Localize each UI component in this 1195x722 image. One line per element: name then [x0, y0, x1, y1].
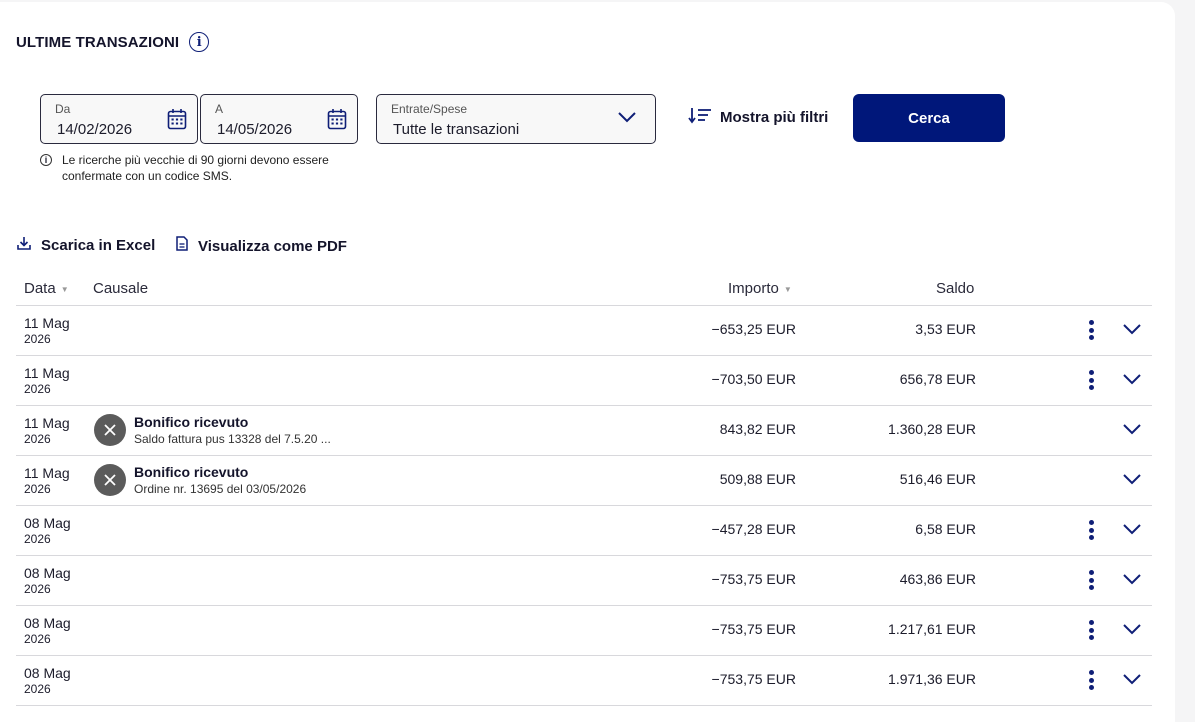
row-amount: 843,82 EUR [719, 421, 796, 437]
calendar-icon[interactable] [327, 108, 347, 135]
row-balance: 1.217,61 EUR [888, 621, 976, 637]
calendar-icon[interactable] [167, 108, 187, 135]
row-date-year: 2026 [24, 682, 51, 696]
row-amount: −653,25 EUR [711, 321, 796, 337]
more-options-icon[interactable] [1087, 320, 1095, 340]
row-amount: 509,88 EUR [719, 471, 796, 487]
transactions-card: ULTIME TRANSAZIONI i Da 14/02/2026 A 14/… [0, 2, 1175, 722]
row-amount: −753,75 EUR [711, 671, 796, 687]
chevron-down-icon[interactable] [1122, 622, 1142, 640]
row-amount: −457,28 EUR [711, 521, 796, 537]
date-from-label: Da [55, 102, 71, 116]
download-excel-label: Scarica in Excel [41, 237, 156, 254]
row-date-day: 11 Mag [24, 365, 70, 381]
table-row[interactable]: 08 Mag 2026 −753,75 EUR 1.971,36 EUR [16, 656, 1152, 706]
row-balance: 1.971,36 EUR [888, 671, 976, 687]
table-header: Data ▼ Causale Importo ▼ Saldo [16, 280, 1152, 306]
transaction-type-select[interactable]: Entrate/Spese Tutte le transazioni [376, 94, 656, 144]
date-to-label: A [215, 102, 224, 116]
row-date-day: 11 Mag [24, 315, 70, 331]
sms-hint-text: Le ricerche più vecchie di 90 giorni dev… [62, 153, 329, 183]
more-filters-button[interactable]: Mostra più filtri [688, 106, 828, 129]
more-options-icon[interactable] [1087, 570, 1095, 590]
table-row[interactable]: 11 Mag 2026 −653,25 EUR 3,53 EUR [16, 306, 1152, 356]
row-date-year: 2026 [24, 582, 51, 596]
download-icon [17, 236, 31, 255]
row-amount: −753,75 EUR [711, 621, 796, 637]
chevron-down-icon[interactable] [1122, 372, 1142, 390]
row-date-day: 08 Mag [24, 565, 71, 581]
chevron-down-icon[interactable] [1122, 322, 1142, 340]
more-options-icon[interactable] [1087, 670, 1095, 690]
row-amount: −703,50 EUR [711, 371, 796, 387]
column-description: Causale [93, 280, 149, 297]
row-date-year: 2026 [24, 332, 51, 346]
sms-hint: i Le ricerche più vecchie di 90 giorni d… [40, 152, 352, 184]
column-balance: Saldo [936, 280, 975, 297]
more-filters-label: Mostra più filtri [720, 109, 829, 126]
more-options-icon[interactable] [1087, 370, 1095, 390]
rejected-icon [94, 414, 126, 446]
search-button[interactable]: Cerca [853, 94, 1005, 142]
chevron-down-icon[interactable] [1122, 672, 1142, 690]
chevron-down-icon[interactable] [1122, 472, 1142, 490]
column-date[interactable]: Data ▼ [24, 280, 69, 297]
column-amount[interactable]: Importo ▼ [728, 280, 792, 297]
table-row[interactable]: 08 Mag 2026 −457,28 EUR 6,58 EUR [16, 506, 1152, 556]
chevron-down-icon[interactable] [1122, 572, 1142, 590]
row-date-year: 2026 [24, 482, 51, 496]
sort-icon: ▼ [783, 284, 792, 294]
column-amount-label: Importo [728, 280, 779, 297]
row-date-year: 2026 [24, 382, 51, 396]
row-balance: 463,86 EUR [899, 571, 976, 587]
more-options-icon[interactable] [1087, 520, 1095, 540]
row-balance: 1.360,28 EUR [888, 421, 976, 437]
chevron-down-icon[interactable] [1122, 422, 1142, 440]
row-date-day: 08 Mag [24, 615, 71, 631]
view-pdf-label: Visualizza come PDF [198, 237, 347, 255]
chevron-down-icon[interactable] [617, 110, 637, 128]
view-pdf-link[interactable]: Visualizza come PDF [176, 236, 347, 256]
rejected-icon [94, 464, 126, 496]
row-date-day: 08 Mag [24, 515, 71, 531]
row-balance: 3,53 EUR [915, 321, 976, 337]
chevron-down-icon[interactable] [1122, 522, 1142, 540]
sort-icon: ▼ [60, 284, 69, 294]
info-icon: i [40, 154, 52, 166]
header: ULTIME TRANSAZIONI i [16, 32, 210, 52]
sort-filter-icon [688, 106, 712, 129]
date-to-field[interactable]: A 14/05/2026 [200, 94, 358, 144]
row-date-year: 2026 [24, 632, 51, 646]
row-description-detail: Ordine nr. 13695 del 03/05/2026 [134, 482, 307, 496]
row-date-year: 2026 [24, 532, 51, 546]
column-date-label: Data [24, 280, 56, 297]
page-title: ULTIME TRANSAZIONI [16, 33, 180, 51]
table-row[interactable]: 08 Mag 2026 −753,75 EUR 463,86 EUR [16, 556, 1152, 606]
row-balance: 656,78 EUR [899, 371, 976, 387]
row-description-title: Bonifico ricevuto [134, 414, 249, 430]
info-icon[interactable]: i [189, 32, 210, 52]
download-excel-link[interactable]: Scarica in Excel [17, 236, 155, 255]
row-date-day: 11 Mag [24, 415, 70, 431]
table-row[interactable]: 11 Mag 2026 Bonifico ricevuto Ordine nr. 13… [16, 456, 1152, 506]
row-date-year: 2026 [24, 432, 51, 446]
date-from-field[interactable]: Da 14/02/2026 [40, 94, 198, 144]
table-row[interactable]: 11 Mag 2026 −703,50 EUR 656,78 EUR [16, 356, 1152, 406]
document-icon [176, 236, 188, 256]
row-date-day: 11 Mag [24, 465, 70, 481]
transaction-type-value[interactable]: Tutte le transazioni [393, 121, 519, 138]
transaction-type-label: Entrate/Spese [391, 102, 468, 116]
row-amount: −753,75 EUR [711, 571, 796, 587]
table-row[interactable]: 11 Mag 2026 Bonifico ricevuto Saldo fattura… [16, 406, 1152, 456]
date-from-value[interactable]: 14/02/2026 [57, 121, 132, 138]
row-balance: 516,46 EUR [899, 471, 976, 487]
row-description-title: Bonifico ricevuto [134, 464, 249, 480]
row-description-detail: Saldo fattura pus 13328 del 7.5.20 ... [134, 432, 331, 446]
table-row[interactable]: 08 Mag 2026 −753,75 EUR 1.217,61 EUR [16, 606, 1152, 656]
more-options-icon[interactable] [1087, 620, 1095, 640]
row-balance: 6,58 EUR [915, 521, 976, 537]
date-to-value[interactable]: 14/05/2026 [217, 121, 292, 138]
row-date-day: 08 Mag [24, 665, 71, 681]
